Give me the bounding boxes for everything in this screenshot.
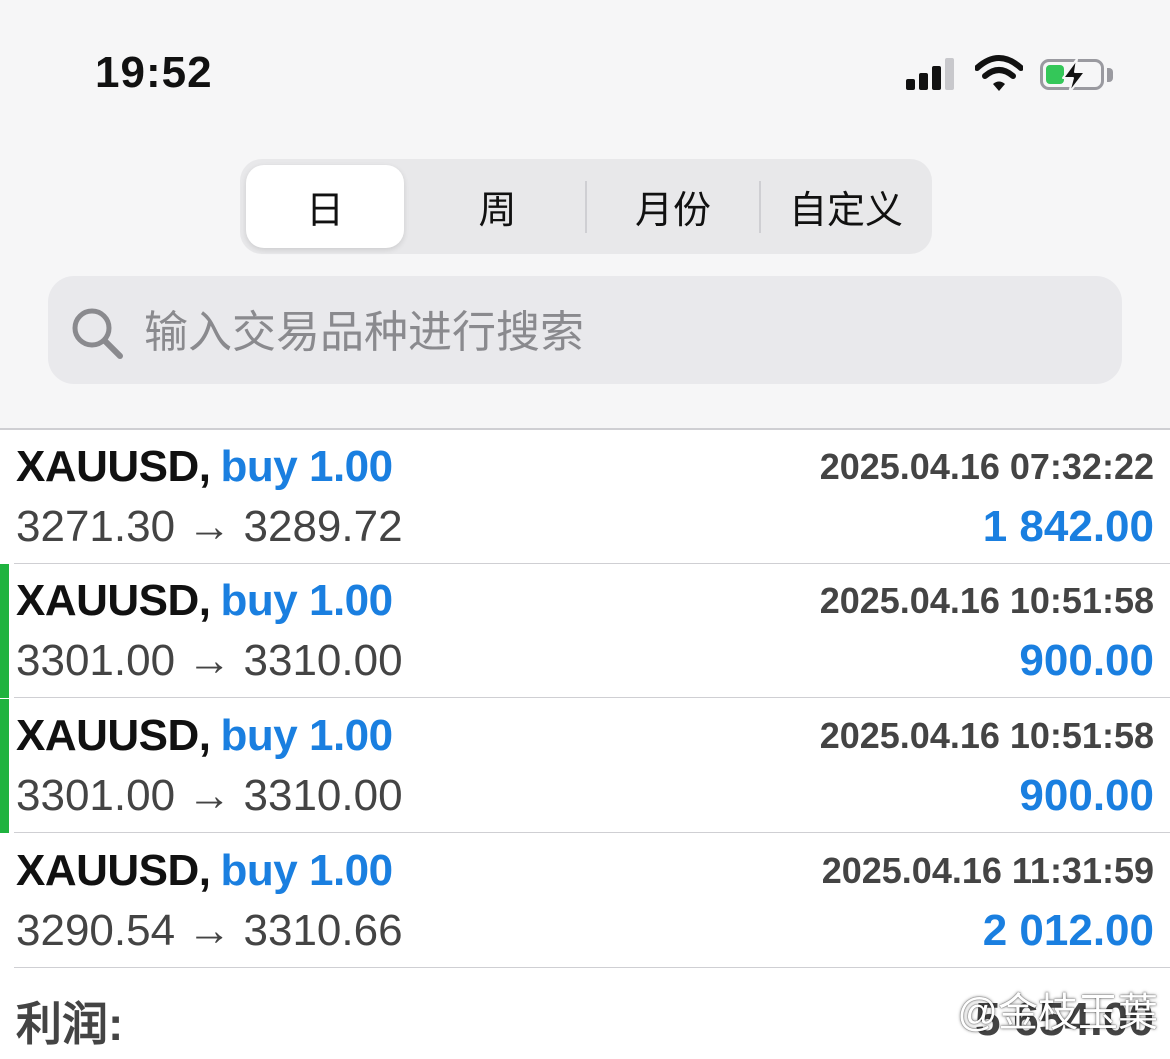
trade-row[interactable]: XAUUSD, buy 1.00 2025.04.16 10:51:58 3301… — [0, 564, 1170, 698]
trade-action: buy 1.00 — [220, 846, 394, 895]
trade-action: buy 1.00 — [220, 576, 394, 625]
tab-month[interactable]: 月份 — [587, 159, 759, 254]
trade-action: buy 1.00 — [220, 442, 394, 491]
battery-charging-icon — [1040, 58, 1104, 94]
tab-label: 月份 — [634, 190, 711, 232]
row-divider — [14, 967, 1170, 968]
tab-day[interactable]: 日 — [246, 165, 404, 248]
trade-prices: 3301.00 → 3310.00 — [16, 636, 403, 685]
status-time: 19:52 — [95, 48, 213, 97]
trade-indicator-bar — [0, 564, 9, 698]
trade-symbol: XAUUSD, — [16, 576, 211, 625]
trade-indicator-bar — [0, 699, 9, 833]
tab-custom[interactable]: 自定义 — [761, 159, 931, 254]
cellular-signal-icon — [906, 58, 958, 90]
trade-prices: 3301.00 → 3310.00 — [16, 771, 403, 820]
search-input[interactable] — [142, 300, 1046, 364]
trade-symbol: XAUUSD, — [16, 442, 211, 491]
period-segmented-control: 日 周 月份 自定义 — [240, 159, 932, 254]
trade-row[interactable]: XAUUSD, buy 1.00 2025.04.16 07:32:22 3271… — [0, 430, 1170, 564]
wifi-icon — [975, 55, 1023, 91]
trade-row[interactable]: XAUUSD, buy 1.00 2025.04.16 10:51:58 3301… — [0, 699, 1170, 833]
trade-symbol: XAUUSD, — [16, 846, 211, 895]
row-divider — [14, 832, 1170, 833]
trade-datetime: 2025.04.16 11:31:59 — [821, 850, 1154, 891]
trade-symbol-line: XAUUSD, buy 1.00 — [16, 711, 393, 761]
trade-datetime: 2025.04.16 10:51:58 — [819, 580, 1154, 621]
trade-row[interactable]: XAUUSD, buy 1.00 2025.04.16 11:31:59 3290… — [0, 834, 1170, 968]
trade-datetime: 2025.04.16 10:51:58 — [819, 715, 1154, 756]
trade-profit: 900.00 — [1019, 771, 1154, 820]
tab-label: 周 — [478, 190, 517, 232]
battery-cap — [1107, 68, 1113, 82]
trade-symbol-line: XAUUSD, buy 1.00 — [16, 576, 393, 626]
watermark: @金枝玉葉 — [957, 991, 1158, 1035]
trade-prices: 3290.54 → 3310.66 — [16, 906, 403, 955]
trade-symbol-line: XAUUSD, buy 1.00 — [16, 442, 393, 492]
tab-week[interactable]: 周 — [410, 159, 585, 254]
header-area: 19:52 日 周 月份 自定义 — [0, 0, 1170, 428]
trade-symbol: XAUUSD, — [16, 711, 211, 760]
trade-prices: 3271.30 → 3289.72 — [16, 502, 403, 551]
profit-total-label: 利润: — [16, 998, 124, 1050]
trade-profit: 2 012.00 — [982, 906, 1154, 955]
tab-label: 日 — [305, 190, 344, 232]
row-divider — [14, 697, 1170, 698]
trade-profit: 1 842.00 — [982, 502, 1154, 551]
trade-symbol-line: XAUUSD, buy 1.00 — [16, 846, 393, 896]
trade-action: buy 1.00 — [220, 711, 394, 760]
tab-label: 自定义 — [788, 190, 903, 232]
trade-profit: 900.00 — [1019, 636, 1154, 685]
search-icon — [72, 308, 123, 359]
trade-datetime: 2025.04.16 07:32:22 — [819, 446, 1154, 487]
